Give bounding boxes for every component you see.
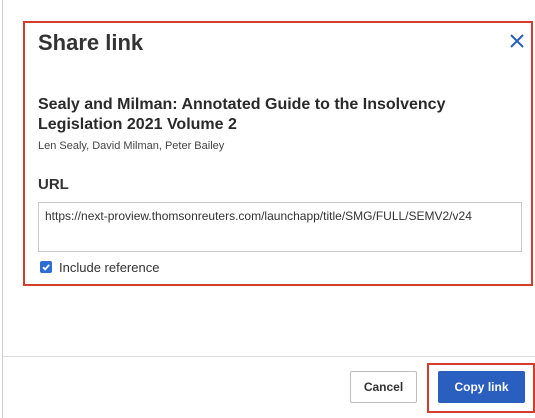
- cancel-button[interactable]: Cancel: [350, 371, 417, 403]
- share-link-dialog: Share link Sealy and Milman: Annotated G…: [0, 0, 535, 418]
- url-label: URL: [38, 176, 69, 193]
- book-title: Sealy and Milman: Annotated Guide to the…: [38, 96, 446, 133]
- book-authors: Len Sealy, David Milman, Peter Bailey: [38, 140, 225, 152]
- url-field[interactable]: https://next-proview.thomsonreuters.com/…: [38, 202, 522, 252]
- close-icon[interactable]: [507, 31, 527, 51]
- include-reference-checkbox[interactable]: [40, 261, 52, 273]
- include-reference-label: Include reference: [59, 259, 160, 275]
- copy-link-button[interactable]: Copy link: [438, 371, 525, 403]
- include-reference-row[interactable]: Include reference: [40, 258, 159, 276]
- dialog-title: Share link: [38, 30, 144, 55]
- footer-divider: [3, 356, 535, 357]
- checkmark-icon: [42, 264, 50, 271]
